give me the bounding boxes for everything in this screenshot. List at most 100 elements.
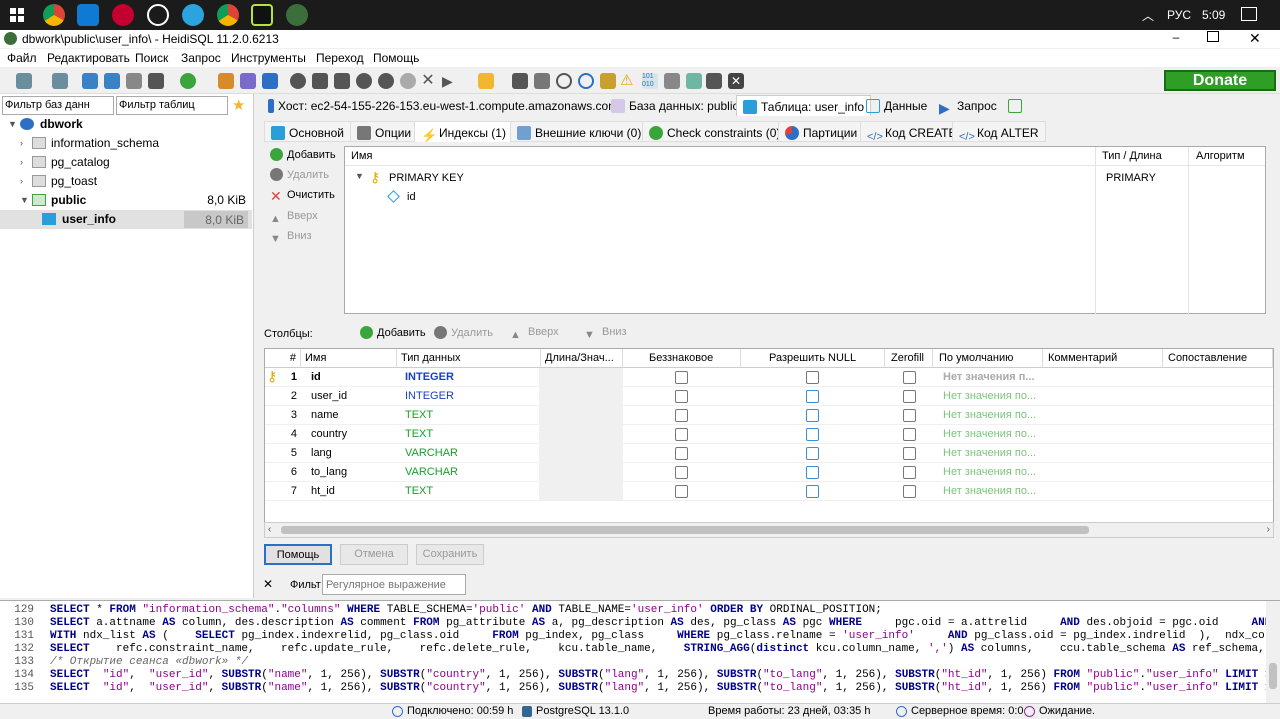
- zerofill-checkbox[interactable]: [903, 447, 916, 460]
- add-index-button[interactable]: Добавить: [270, 148, 336, 161]
- column-name[interactable]: name: [307, 406, 397, 425]
- last-icon[interactable]: [334, 73, 350, 89]
- cancel-icon[interactable]: ✕: [420, 73, 436, 89]
- column-datatype[interactable]: TEXT: [401, 482, 541, 501]
- column-default[interactable]: Нет значения по...: [939, 406, 1043, 425]
- zerofill-checkbox[interactable]: [903, 390, 916, 403]
- column-default[interactable]: Нет значения по...: [939, 482, 1043, 501]
- col-header-default[interactable]: По умолчанию: [933, 349, 1043, 368]
- compass-icon[interactable]: [147, 4, 169, 26]
- donate-button[interactable]: Donate: [1164, 70, 1276, 91]
- tab-check-constraints[interactable]: Check constraints (0): [642, 121, 788, 142]
- column-length[interactable]: [539, 368, 623, 387]
- scroll-thumb[interactable]: [281, 526, 1089, 534]
- database-filter-input[interactable]: Фильтр баз данн: [2, 96, 114, 115]
- chrome-2-icon[interactable]: [217, 4, 239, 26]
- table-row[interactable]: 3 name TEXT Нет значения по...: [265, 406, 1273, 425]
- column-datatype[interactable]: VARCHAR: [401, 444, 541, 463]
- col-header-collation[interactable]: Сопоставление: [1163, 349, 1273, 368]
- tab-foreign-keys[interactable]: Внешние ключи (0): [510, 121, 649, 142]
- sync-icon[interactable]: [686, 73, 702, 89]
- save-icon[interactable]: [512, 73, 528, 89]
- tab-basic[interactable]: Основной: [264, 121, 352, 142]
- zerofill-checkbox[interactable]: [903, 371, 916, 384]
- close-button[interactable]: ✕: [1249, 30, 1261, 47]
- users-icon[interactable]: [218, 73, 234, 89]
- favorites-star-icon[interactable]: ★: [232, 96, 245, 114]
- tab-database[interactable]: База данных: public: [605, 95, 745, 116]
- column-length[interactable]: [539, 387, 623, 406]
- copy-icon[interactable]: [82, 73, 98, 89]
- column-name[interactable]: country: [307, 425, 397, 444]
- tab-query[interactable]: ▶ Запрос: [933, 95, 1003, 116]
- allow-null-checkbox[interactable]: [806, 390, 819, 403]
- tab-table[interactable]: Таблица: user_info: [736, 95, 872, 116]
- col-header-length[interactable]: Длина/Знач...: [541, 349, 623, 368]
- column-length[interactable]: [539, 425, 623, 444]
- column-default[interactable]: Нет значения по...: [939, 444, 1043, 463]
- col-header-zerofill[interactable]: Zerofill: [885, 349, 933, 368]
- move-up-button[interactable]: ▲ Вверх: [270, 210, 318, 227]
- unsigned-checkbox[interactable]: [675, 485, 688, 498]
- apply-icon[interactable]: [400, 73, 416, 89]
- primary-key-row[interactable]: ▼ ⚷ PRIMARY KEY PRIMARY: [353, 169, 1253, 187]
- save-as-icon[interactable]: [534, 73, 550, 89]
- remove-column-button[interactable]: Удалить: [434, 326, 493, 339]
- unsigned-checkbox[interactable]: [675, 371, 688, 384]
- help-icon[interactable]: [290, 73, 306, 89]
- allow-null-checkbox[interactable]: [806, 371, 819, 384]
- collapse-icon[interactable]: ▼: [355, 171, 364, 181]
- zerofill-checkbox[interactable]: [903, 485, 916, 498]
- unsigned-checkbox[interactable]: [675, 390, 688, 403]
- column-datatype[interactable]: INTEGER: [401, 387, 541, 406]
- restore-button[interactable]: [1207, 31, 1219, 42]
- remove-index-button[interactable]: Удалить: [270, 168, 329, 181]
- tab-create-code[interactable]: </> Код CREATE: [860, 121, 964, 143]
- col-header-name[interactable]: Имя: [301, 349, 397, 368]
- table-row[interactable]: 5 lang VARCHAR Нет значения по...: [265, 444, 1273, 463]
- column-name[interactable]: user_id: [307, 387, 397, 406]
- col-header-allow-null[interactable]: Разрешить NULL: [741, 349, 885, 368]
- allow-null-checkbox[interactable]: [806, 409, 819, 422]
- tray-language[interactable]: РУС: [1167, 8, 1191, 22]
- menu-tools[interactable]: Инструменты: [231, 51, 306, 65]
- column-default[interactable]: Нет значения п...: [939, 368, 1043, 387]
- undo-icon[interactable]: [126, 73, 142, 89]
- tab-data[interactable]: Данные: [860, 95, 933, 116]
- close-filter-icon[interactable]: ✕: [263, 577, 273, 591]
- zerofill-checkbox[interactable]: [903, 466, 916, 479]
- tree-item-dbwork[interactable]: ▼ dbwork: [0, 115, 252, 134]
- disconnect-icon[interactable]: [52, 73, 68, 89]
- menu-search[interactable]: Поиск: [135, 51, 168, 65]
- cancel-button[interactable]: Отмена: [340, 544, 408, 565]
- vertical-scrollbar[interactable]: [1266, 601, 1280, 703]
- tray-chevron-icon[interactable]: ︿: [1142, 7, 1154, 24]
- vscode-icon[interactable]: [77, 4, 99, 26]
- column-name[interactable]: ht_id: [307, 482, 397, 501]
- col-header-datatype[interactable]: Тип данных: [397, 349, 541, 368]
- pycharm-icon[interactable]: [251, 4, 273, 26]
- tree-item-pg-catalog[interactable]: › pg_catalog: [0, 153, 252, 172]
- allow-null-checkbox[interactable]: [806, 428, 819, 441]
- tray-clock[interactable]: 5:09: [1202, 8, 1225, 22]
- heidisql-icon[interactable]: [286, 4, 308, 26]
- delete-icon[interactable]: [378, 73, 394, 89]
- index-column-row[interactable]: id: [385, 188, 585, 206]
- menu-file[interactable]: Файл: [7, 51, 37, 65]
- angular-icon[interactable]: [112, 4, 134, 26]
- table-row[interactable]: 7 ht_id TEXT Нет значения по...: [265, 482, 1273, 501]
- find-icon[interactable]: [556, 73, 572, 89]
- column-name[interactable]: lang: [307, 444, 397, 463]
- tree-item-information-schema[interactable]: › information_schema: [0, 134, 252, 153]
- column-name[interactable]: to_lang: [307, 463, 397, 482]
- zerofill-checkbox[interactable]: [903, 428, 916, 441]
- column-down-button[interactable]: ▼ Вниз: [584, 326, 627, 343]
- sort-icon[interactable]: [240, 73, 256, 89]
- column-length[interactable]: [539, 444, 623, 463]
- column-default[interactable]: Нет значения по...: [939, 463, 1043, 482]
- folder-icon[interactable]: [478, 73, 494, 89]
- unsigned-checkbox[interactable]: [675, 466, 688, 479]
- menu-edit[interactable]: Редактировать: [47, 51, 130, 65]
- table-row[interactable]: 2 user_id INTEGER Нет значения по...: [265, 387, 1273, 406]
- table-row[interactable]: 4 country TEXT Нет значения по...: [265, 425, 1273, 444]
